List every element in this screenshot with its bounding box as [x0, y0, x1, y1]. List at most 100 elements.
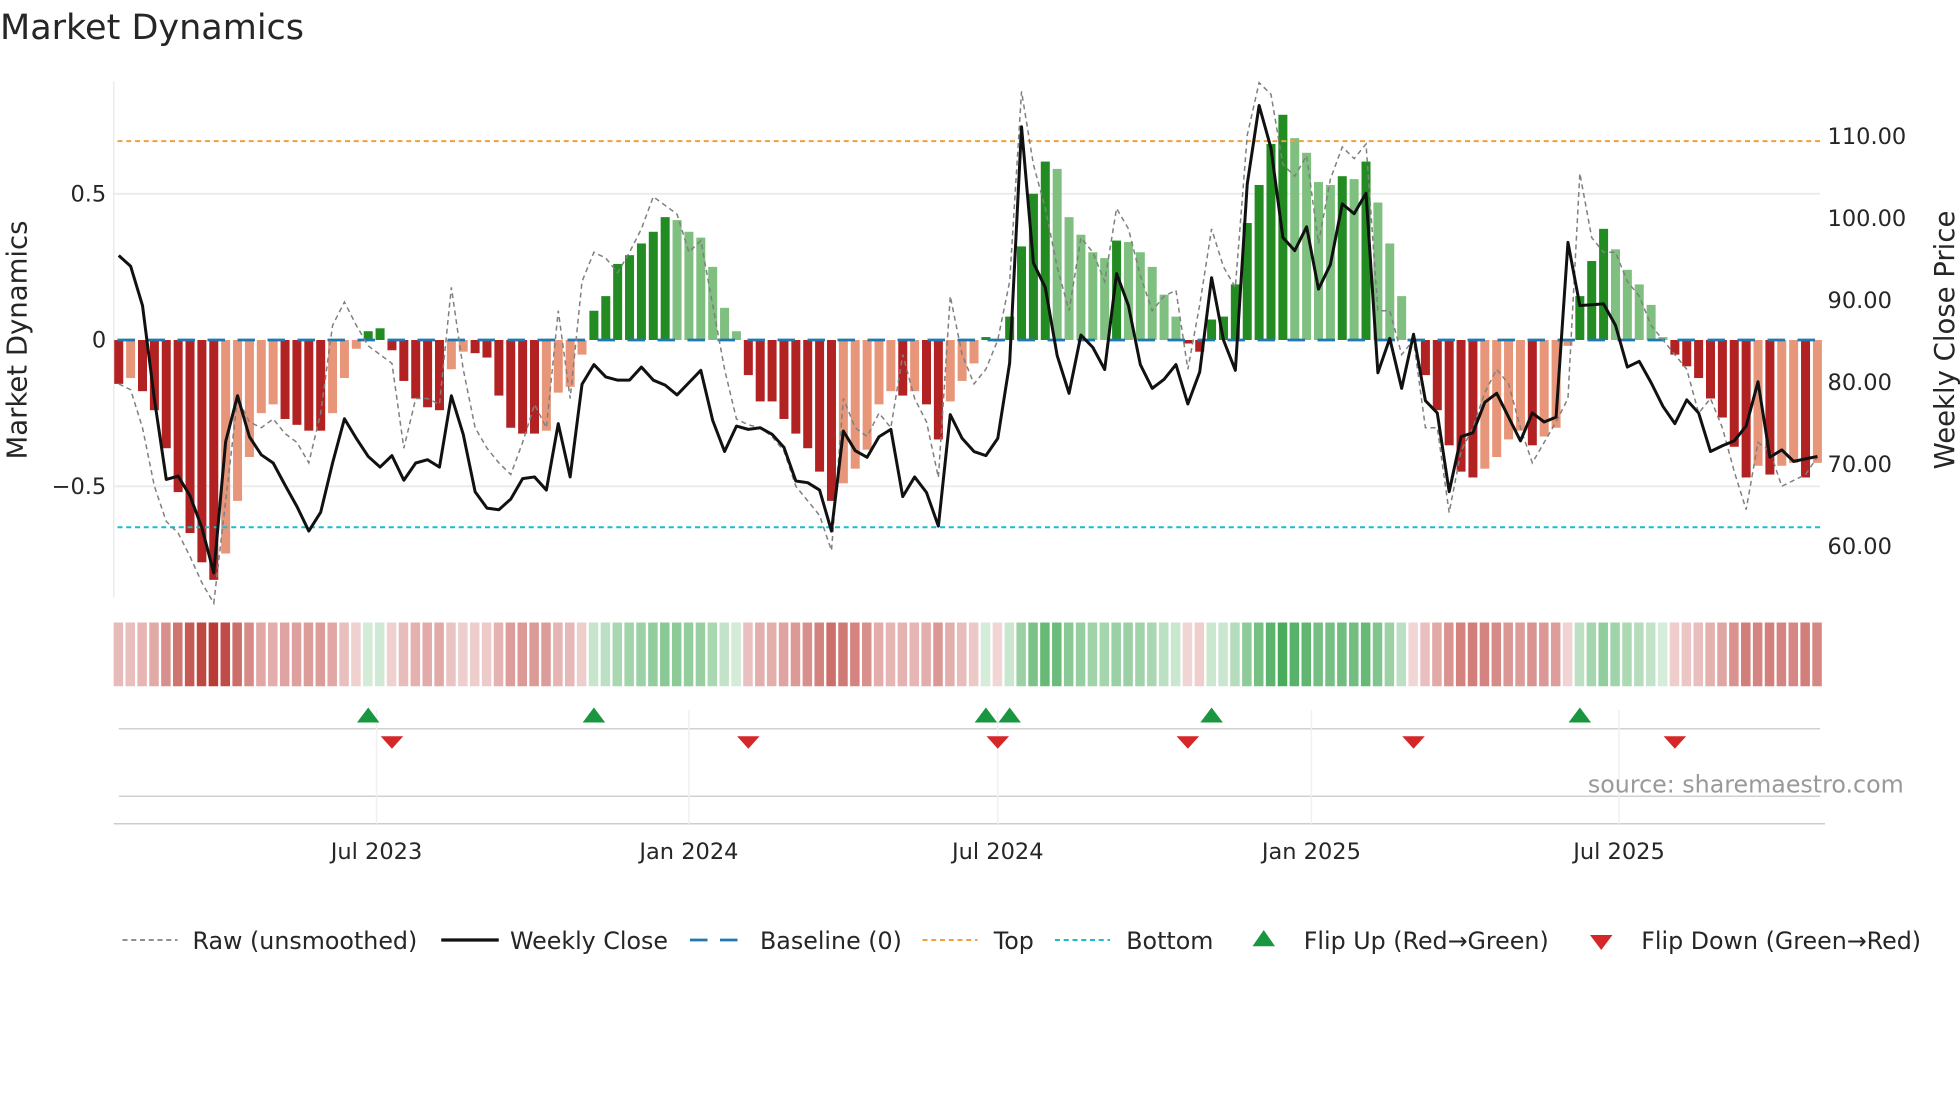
dynamics-bar	[126, 340, 136, 379]
heat-strip-cell	[1242, 622, 1252, 687]
heat-strip-cell	[802, 622, 813, 687]
heat-strip-cell	[731, 622, 741, 687]
heat-strip-cell	[766, 622, 777, 687]
heat-strip-cell	[149, 622, 159, 687]
heat-strip-cell	[1645, 622, 1656, 687]
heat-strip-cell	[1539, 622, 1549, 687]
dynamics-bar	[886, 340, 896, 392]
heat-strip-cell	[743, 622, 753, 687]
flip-down-icon	[1590, 935, 1613, 950]
heat-strip-cell	[1444, 622, 1454, 687]
heat-strip-cell	[1705, 622, 1715, 687]
heat-strip-cell	[897, 622, 908, 687]
heat-strip-cell	[268, 622, 278, 687]
dynamics-bar	[1646, 304, 1656, 340]
dynamics-bar	[803, 340, 813, 449]
dynamics-bar	[446, 340, 456, 370]
heat-strip-cell	[648, 622, 658, 687]
heat-strip-cell	[1432, 622, 1442, 687]
heat-strip-cell	[196, 622, 207, 687]
dynamics-bar	[779, 340, 789, 419]
chart-title: Market Dynamics	[0, 8, 304, 48]
heat-strip-cell	[1455, 622, 1466, 687]
dynamics-bar	[1100, 258, 1110, 340]
heat-strip-cell	[838, 622, 848, 687]
heat-strip-cell	[1384, 622, 1395, 687]
dynamics-bar	[743, 340, 753, 376]
dynamics-bar	[161, 340, 171, 449]
dynamics-bar	[1527, 340, 1537, 446]
heat-strip-cell	[137, 622, 147, 687]
dynamics-bar	[815, 340, 825, 472]
heat-strip-cell	[327, 622, 337, 687]
heat-strip-cell	[458, 622, 468, 687]
heat-strip-cell	[719, 622, 729, 687]
flip-up-marker	[1568, 707, 1592, 723]
heat-strip-cell	[1479, 622, 1490, 687]
right-tick-label: 110.00	[1828, 124, 1907, 150]
heat-strip-cell	[1610, 622, 1620, 687]
heat-strip-cell	[1135, 622, 1145, 687]
heat-strip-cell	[173, 622, 183, 687]
heat-strip-cell	[957, 622, 967, 687]
heat-strip-cell	[553, 622, 563, 687]
heat-strip-cell	[945, 622, 955, 687]
right-tick-label: 80.00	[1828, 370, 1892, 396]
dynamics-bar	[862, 340, 872, 450]
heat-strip-cell	[529, 622, 539, 687]
right-axis-label: Weekly Close Price	[1929, 211, 1960, 470]
heat-strip-cell	[1206, 622, 1216, 687]
dynamics-bar	[173, 340, 183, 493]
dynamics-bar	[1682, 340, 1692, 367]
dynamics-bar	[1706, 340, 1716, 399]
heat-strip-cell	[968, 622, 979, 687]
heat-strip-cell	[1693, 622, 1703, 687]
heat-strip-cell	[339, 622, 349, 687]
dynamics-bar	[114, 340, 124, 384]
source-label: source: sharemaestro.com	[1588, 771, 1904, 799]
dynamics-bar	[1159, 294, 1169, 340]
left-axis-label: Market Dynamics	[1, 221, 33, 460]
heat-strip-cell	[873, 622, 884, 687]
dynamics-bar	[138, 340, 148, 392]
heat-strip-cell	[1301, 622, 1311, 687]
heat-strip-cell	[1372, 622, 1383, 687]
heat-strip-cell	[1812, 622, 1822, 687]
dynamics-bar	[648, 231, 658, 340]
heat-strip-cell	[636, 622, 646, 687]
dynamics-bar	[1670, 340, 1680, 355]
dynamics-bar	[304, 340, 314, 431]
heat-strip-cell	[279, 622, 290, 687]
legend-baseline-label: Baseline (0)	[760, 927, 902, 955]
heat-strip-cell	[814, 622, 824, 687]
dynamics-bar	[1694, 340, 1704, 379]
series-lines	[117, 81, 1819, 606]
heat-strip-cell	[398, 622, 409, 687]
heat-strip-cell	[1052, 622, 1062, 687]
heat-strip-cell	[505, 622, 516, 687]
heat-strip-cell	[315, 622, 326, 687]
dynamics-bar	[601, 296, 611, 340]
dynamics-bar	[1088, 252, 1098, 340]
heat-strip-cell	[161, 622, 171, 687]
heat-strip-cell	[1040, 622, 1050, 687]
heat-strip-cell	[850, 622, 860, 687]
dynamics-bar	[1314, 182, 1324, 340]
dynamics-bar	[256, 340, 266, 414]
heat-strip-cell	[232, 622, 242, 687]
dynamics-bar	[720, 307, 730, 340]
heat-strip-cell	[1337, 622, 1347, 687]
heat-strip-cell	[1634, 622, 1644, 687]
dynamics-bar	[1171, 316, 1181, 340]
heat-strip-cell	[612, 622, 623, 687]
market-dynamics-chart: Market Dynamics Market Dynamics Weekly C…	[0, 8, 1960, 955]
right-tick-label: 70.00	[1828, 452, 1892, 478]
dynamics-bar	[470, 340, 480, 354]
heat-strip-cell	[1123, 622, 1133, 687]
dynamics-bar	[268, 340, 278, 405]
dynamics-bar	[411, 340, 421, 399]
dynamics-bar	[755, 340, 765, 402]
dynamics-bar	[898, 340, 908, 396]
heat-strip-cell	[1515, 622, 1525, 687]
heat-strip-cell	[1147, 622, 1157, 687]
